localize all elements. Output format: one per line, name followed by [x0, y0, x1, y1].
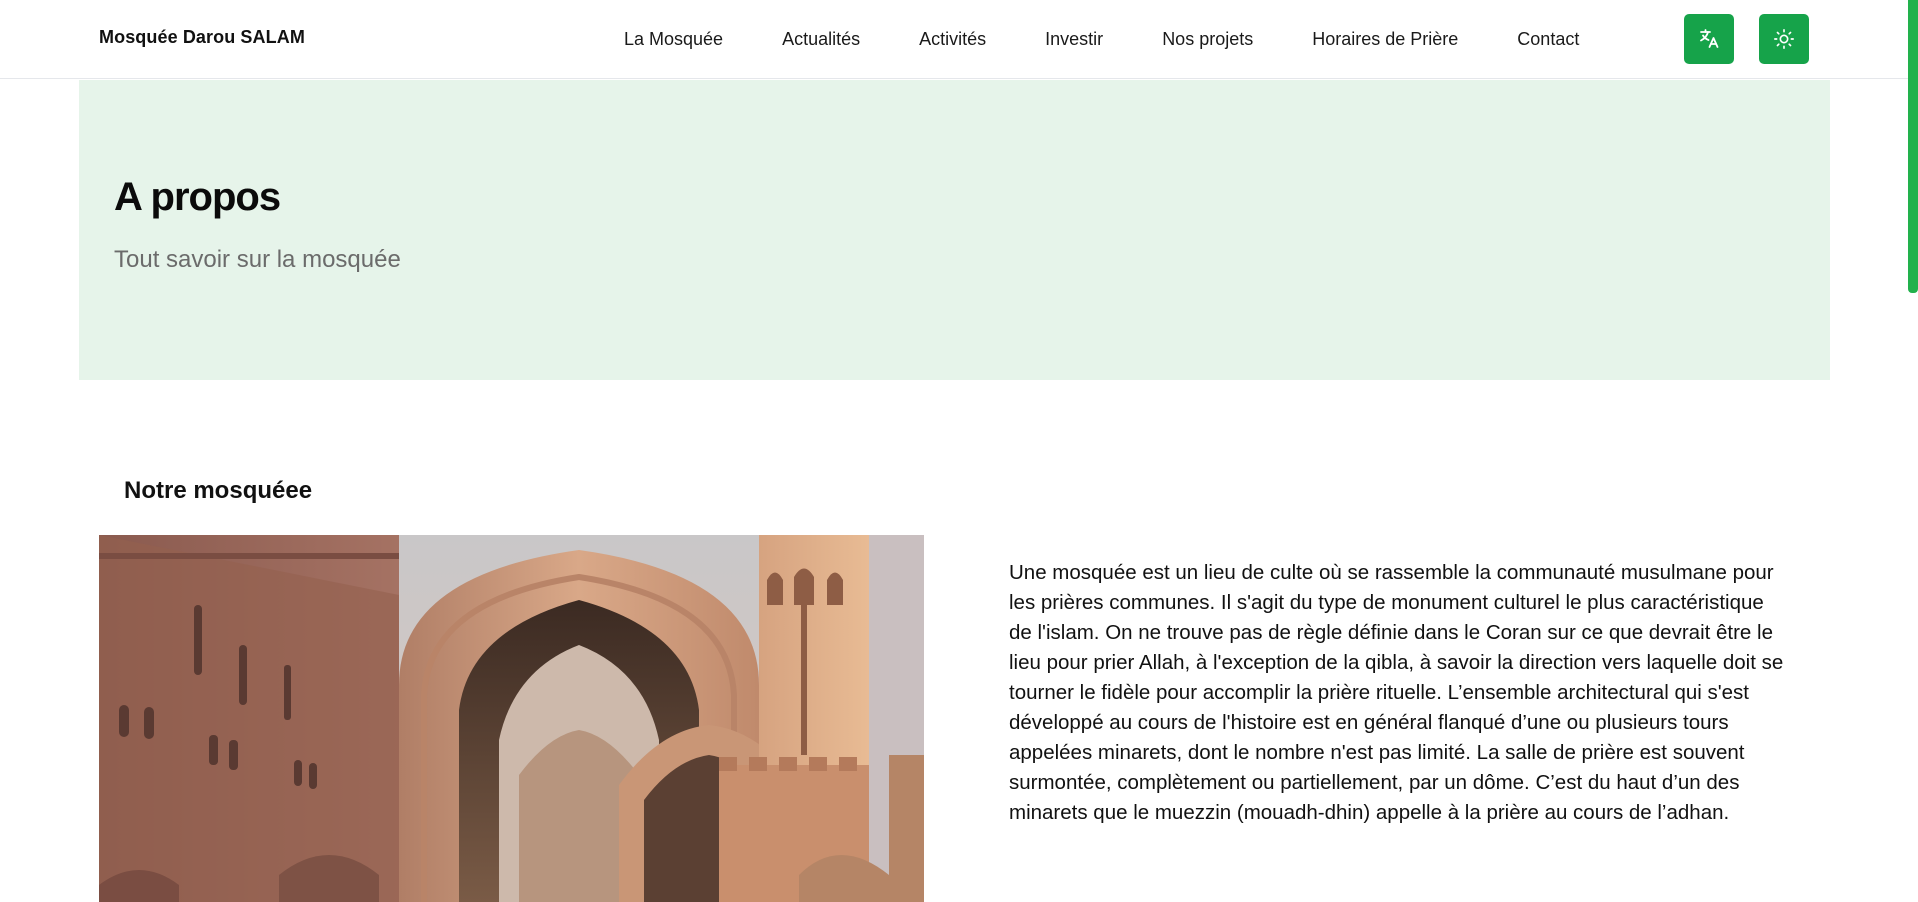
- translate-button[interactable]: [1684, 14, 1734, 64]
- nav-link-nos-projets[interactable]: Nos projets: [1162, 0, 1253, 79]
- page-scrollbar-thumb[interactable]: [1908, 0, 1918, 293]
- section-title: Notre mosquéee: [124, 477, 313, 504]
- about-hero: A propos Tout savoir sur la mosquée: [79, 80, 1830, 380]
- translate-icon: [1700, 29, 1719, 48]
- brand-logo-link[interactable]: Mosquée Darou SALAM: [99, 27, 305, 48]
- nav-link-la-mosquee[interactable]: La Mosquée: [624, 0, 723, 79]
- nav-link-contact[interactable]: Contact: [1517, 0, 1579, 79]
- page-title: A propos: [114, 175, 281, 219]
- nav-link-investir[interactable]: Investir: [1045, 0, 1103, 79]
- nav-link-actualites[interactable]: Actualités: [782, 0, 860, 79]
- nav-link-horaires-de-priere[interactable]: Horaires de Prière: [1312, 0, 1458, 79]
- page-subtitle: Tout savoir sur la mosquée: [114, 246, 401, 273]
- site-header: Mosquée Darou SALAM La Mosquée Actualité…: [0, 0, 1918, 79]
- main-nav: La Mosquée Actualités Activités Investir…: [624, 0, 1579, 79]
- theme-toggle-button[interactable]: [1759, 14, 1809, 64]
- sun-icon: [1774, 29, 1794, 49]
- mosque-description: Une mosquée est un lieu de culte où se r…: [1009, 561, 1784, 824]
- mosque-image: [99, 535, 924, 902]
- nav-link-activites[interactable]: Activités: [919, 0, 986, 79]
